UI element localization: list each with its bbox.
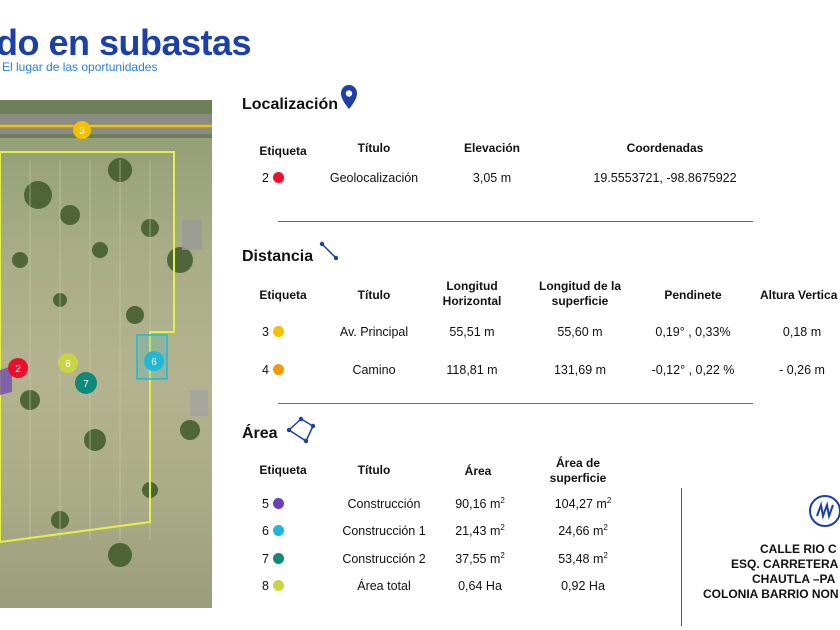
dist-row-label: 3	[255, 325, 291, 339]
dist-header-etiqueta: Etiqueta	[259, 288, 307, 302]
loc-row-elevacion: 3,05 m	[472, 171, 512, 185]
dist-header-longitud-horizontal: Longitud Horizontal	[442, 279, 502, 308]
address-line-2: ESQ. CARRETERA	[731, 557, 839, 571]
dist-row-label: 4	[255, 363, 291, 377]
trees	[12, 158, 200, 567]
area-row-titulo: Construcción 1	[342, 524, 426, 538]
dist-row-pendiente: 0,19° , 0,33%	[655, 325, 731, 339]
svg-text:7: 7	[83, 379, 89, 390]
svg-text:3: 3	[79, 126, 85, 137]
yellow-dot-icon	[272, 326, 284, 337]
brand-tagline: El lugar de las oportunidades	[2, 60, 158, 74]
aerial-photo: 3 2 8 7 6	[0, 100, 212, 608]
area-row-titulo: Construcción 2	[342, 552, 426, 566]
area-row-label: 6	[255, 524, 291, 538]
area-row-titulo: Área total	[357, 579, 411, 593]
area-row-area-sup: 0,92 Ha	[561, 579, 605, 593]
building	[190, 390, 208, 416]
loc-row-coordenadas: 19.5553721, -98.8675922	[593, 171, 737, 185]
dist-row-ls: 55,60 m	[557, 325, 603, 339]
area-header-area: Área	[464, 464, 492, 478]
loc-header-etiqueta: Etiqueta	[259, 144, 307, 158]
svg-text:2: 2	[15, 364, 21, 375]
marker-3: 3	[73, 121, 91, 139]
loc-header-coordenadas: Coordenadas	[626, 141, 704, 155]
dist-row-altura: - 0,26 m	[779, 363, 825, 377]
area-header-titulo: Título	[357, 463, 391, 477]
address-card-border	[681, 488, 682, 626]
dist-row-titulo: Av. Principal	[339, 325, 409, 339]
loc-row-label: 2	[255, 171, 291, 185]
area-row-titulo: Construcción	[347, 497, 421, 511]
address-line-3: CHAUTLA –PA	[752, 572, 836, 586]
brand-logo-text: do en subastas	[0, 22, 252, 63]
loc-header-titulo: Título	[357, 141, 391, 155]
area-row-area-sup: 104,27 m2	[554, 496, 612, 512]
lime-dot-icon	[272, 580, 284, 591]
distance-line-icon	[319, 241, 339, 261]
company-seal-icon	[809, 495, 840, 527]
area-polygon-icon	[286, 416, 316, 444]
divider	[278, 403, 753, 404]
dist-row-altura: 0,18 m	[782, 325, 822, 339]
dist-header-longitud-superficie: Longitud de la superficie	[539, 279, 621, 308]
dist-row-lh: 118,81 m	[446, 363, 498, 377]
dist-row-titulo: Camino	[352, 363, 396, 377]
divider	[278, 221, 753, 222]
area-row-area-sup: 53,48 m2	[558, 551, 608, 567]
road	[0, 114, 212, 134]
area-row-label: 7	[255, 552, 291, 566]
area-header-etiqueta: Etiqueta	[259, 463, 307, 477]
dist-row-lh: 55,51 m	[449, 325, 495, 339]
marker-8: 8	[58, 353, 78, 373]
orange-dot-icon	[272, 364, 284, 375]
area-title: Área	[242, 425, 278, 442]
field-rows	[29, 160, 151, 540]
marker-2: 2	[8, 358, 28, 378]
distancia-title: Distancia	[242, 248, 314, 265]
area-row-label: 8	[255, 579, 291, 593]
area-row-area: 90,16 m2	[455, 496, 505, 512]
area-header-area-superficie: Área de superficie	[549, 456, 607, 485]
svg-text:6: 6	[151, 357, 157, 368]
area-row-area-sup: 24,66 m2	[558, 523, 608, 539]
area-row-area: 21,43 m2	[455, 523, 505, 539]
dist-header-titulo: Título	[357, 288, 391, 302]
loc-header-elevacion: Elevación	[463, 141, 521, 155]
address-line-4: COLONIA BARRIO NON	[703, 587, 839, 601]
area-row-area: 0,64 Ha	[458, 579, 502, 593]
red-dot-icon	[272, 172, 284, 183]
loc-row-titulo: Geolocalización	[329, 171, 419, 185]
marker-7: 7	[75, 372, 97, 394]
dist-header-pendiente: Pendinete	[664, 288, 722, 302]
purple-dot-icon	[272, 498, 284, 509]
area-row-area: 37,55 m2	[455, 551, 505, 567]
cyan-dot-icon	[272, 525, 284, 536]
building	[182, 220, 202, 250]
dist-row-ls: 131,69 m	[553, 363, 607, 377]
dist-row-pendiente: -0,12° , 0,22 %	[651, 363, 735, 377]
dist-header-altura: Altura Vertica	[760, 288, 838, 302]
localizacion-title: Localización	[242, 96, 339, 113]
svg-text:8: 8	[65, 359, 71, 370]
location-pin-icon	[341, 85, 357, 109]
teal-dot-icon	[272, 553, 284, 564]
aerial-photo-drawing: 3 2 8 7 6	[0, 100, 212, 567]
marker-6: 6	[144, 351, 164, 371]
address-line-1: CALLE RIO C	[760, 542, 837, 556]
area-row-label: 5	[255, 497, 291, 511]
